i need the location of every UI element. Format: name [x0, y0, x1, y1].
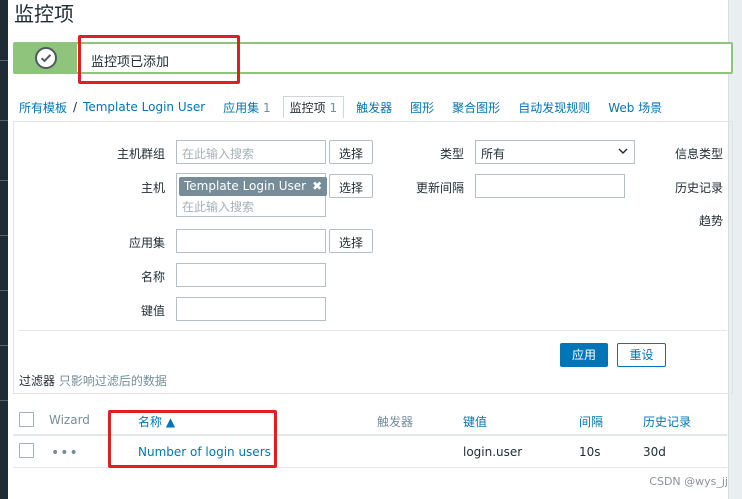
filter-note-title[interactable]: 过滤器 — [19, 374, 55, 388]
breadcrumb-all-templates[interactable]: 所有模板 — [19, 99, 67, 116]
chevron-down-icon — [618, 145, 628, 159]
tab-triggers[interactable]: 触发器 — [356, 99, 392, 116]
trend-label: 趋势 — [699, 214, 724, 228]
type-label: 类型 — [440, 147, 465, 161]
column-triggers: 触发器 — [377, 415, 414, 429]
filter-divider — [19, 330, 727, 331]
column-name-sort[interactable]: 名称 ▲ — [138, 413, 175, 430]
breadcrumb-template[interactable]: Template Login User — [83, 100, 205, 114]
interval-input[interactable] — [475, 174, 625, 198]
column-key-sort[interactable]: 键值 — [463, 413, 487, 430]
type-select[interactable]: 所有 — [475, 140, 635, 164]
name-label: 名称 — [141, 270, 166, 284]
check-circle-icon — [35, 47, 57, 69]
success-message: 监控项已添加 — [13, 42, 733, 74]
tab-applications[interactable]: 应用集 1 — [223, 99, 270, 116]
message-icon-box — [15, 44, 77, 72]
column-interval-sort[interactable]: 间隔 — [579, 413, 603, 430]
name-input[interactable] — [176, 263, 326, 287]
row-checkbox[interactable] — [19, 443, 34, 458]
left-nav-strip — [0, 0, 8, 499]
breadcrumb-separator: / — [73, 100, 78, 114]
host-label: 主机 — [141, 181, 166, 195]
item-interval: 10s — [579, 445, 601, 459]
breadcrumb: 所有模板 / Template Login User 应用集 1 监控项 1 触… — [19, 96, 662, 118]
column-history-sort[interactable]: 历史记录 — [643, 413, 691, 430]
table-row: ••• Number of login users login.user 10s… — [13, 438, 727, 468]
reset-button[interactable]: 重设 — [617, 343, 666, 367]
tab-web-scenarios[interactable]: Web 场景 — [608, 99, 662, 116]
application-input[interactable] — [176, 229, 326, 253]
host-input-placeholder: 在此输入搜索 — [182, 200, 255, 214]
page-title: 监控项 — [14, 2, 74, 26]
type-select-value: 所有 — [481, 147, 506, 161]
interval-label: 更新间隔 — [416, 181, 465, 195]
item-history: 30d — [643, 445, 666, 459]
item-key: login.user — [463, 445, 523, 459]
table-header: Wizard 名称 ▲ 触发器 键值 间隔 历史记录 — [13, 406, 727, 436]
tab-discovery-rules[interactable]: 自动发现规则 — [518, 99, 590, 116]
tab-graphs[interactable]: 图形 — [410, 99, 434, 116]
host-tag: Template Login User ✖ — [179, 177, 328, 196]
tab-items[interactable]: 监控项 1 — [282, 96, 345, 118]
key-label: 键值 — [141, 304, 166, 318]
key-input[interactable] — [176, 297, 326, 321]
item-name-link[interactable]: Number of login users — [138, 445, 271, 459]
apply-button[interactable]: 应用 — [560, 343, 608, 367]
application-select-button[interactable]: 选择 — [329, 229, 374, 253]
column-wizard: Wizard — [49, 413, 90, 427]
watermark: CSDN @wys_jj — [649, 475, 728, 488]
message-text: 监控项已添加 — [91, 55, 170, 70]
filter-note-text: 只影响过滤后的数据 — [58, 374, 167, 388]
remove-tag-icon[interactable]: ✖ — [312, 179, 322, 193]
select-all-checkbox[interactable] — [19, 412, 34, 427]
host-select-button[interactable]: 选择 — [329, 174, 374, 198]
host-group-input[interactable]: 在此输入搜索 — [176, 140, 326, 164]
tab-screens[interactable]: 聚合图形 — [452, 99, 500, 116]
filter-note: 过滤器 只影响过滤后的数据 — [19, 372, 167, 389]
info-type-label: 信息类型 — [675, 147, 724, 161]
wizard-menu-icon[interactable]: ••• — [51, 445, 79, 461]
application-label: 应用集 — [129, 236, 166, 250]
host-group-label: 主机群组 — [117, 147, 166, 161]
host-group-select-button[interactable]: 选择 — [329, 140, 374, 164]
history-label: 历史记录 — [675, 181, 724, 195]
